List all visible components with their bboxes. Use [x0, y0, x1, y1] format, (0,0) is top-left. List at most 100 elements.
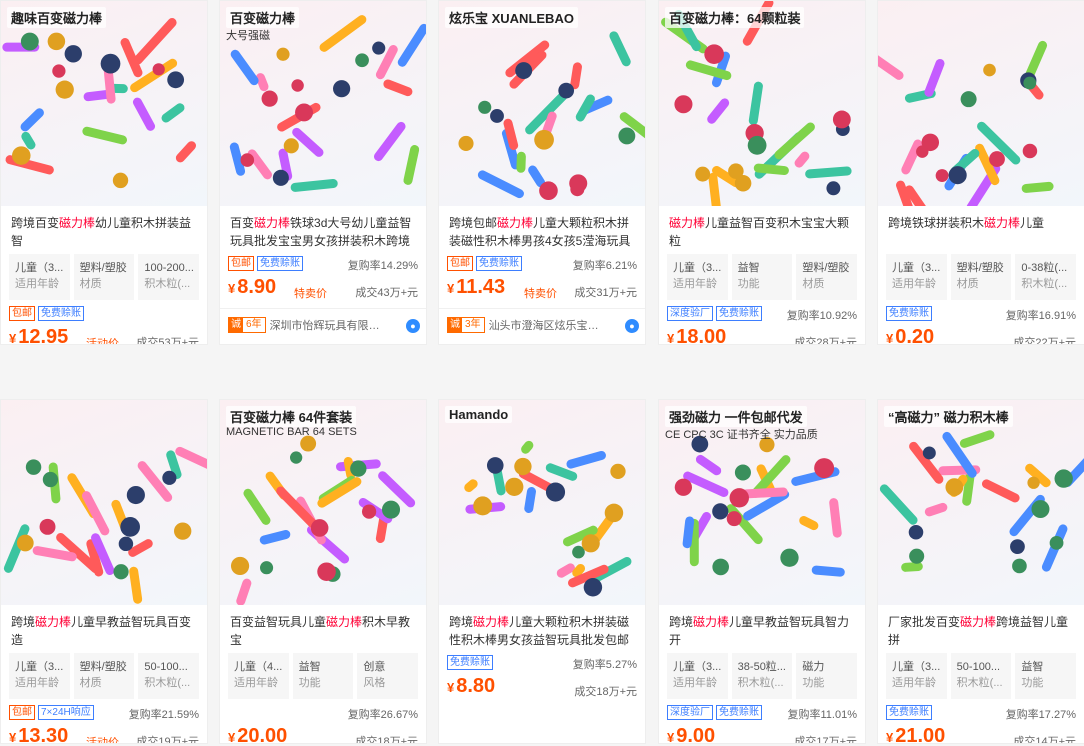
toy-ball	[729, 488, 749, 508]
toy-bar	[319, 15, 367, 52]
title-keyword: 磁力棒	[35, 615, 72, 629]
product-title[interactable]: 百变磁力棒铁球3d大号幼儿童益智玩具批发宝宝男女孩拼装积木跨境	[230, 214, 416, 250]
integrity-icon: 诚	[229, 318, 243, 332]
toy-ball	[581, 534, 600, 553]
toy-bar	[129, 566, 143, 604]
product-card[interactable]: 跨境铁球拼装积木磁力棒儿童 儿童（3... 适用年龄 塑料/塑胶 材质 0-38粒(...…	[877, 0, 1084, 345]
toy-ball	[604, 503, 624, 523]
product-title[interactable]: 跨境磁力棒儿童早教益智玩具智力开	[669, 613, 855, 649]
product-card[interactable]: 百变磁力棒 大号强磁百变磁力棒铁球3d大号幼儿童益智玩具批发宝宝男女孩拼装积木跨境…	[219, 0, 427, 345]
toy-bar	[570, 62, 582, 90]
toy-bar	[879, 484, 918, 525]
repurchase-rate: 复购率14.29%	[347, 260, 418, 272]
toy-bar	[683, 471, 729, 497]
toy-ball	[12, 146, 31, 165]
product-card[interactable]: 炫乐宝 XUANLEBAO 跨境包邮磁力棒儿童大颗粒积木拼装磁性积木棒男孩4女孩5…	[438, 0, 646, 345]
product-image[interactable]: 炫乐宝 XUANLEBAO	[439, 1, 645, 206]
toy-ball	[695, 166, 711, 182]
service-tag: 深度验厂	[667, 306, 713, 321]
product-card[interactable]: “高磁力” 磁力积木棒 厂家批发百变磁力棒跨境益智儿童拼 儿童（3... 适用年龄 50…	[877, 399, 1084, 744]
chat-icon[interactable]: ●	[406, 319, 420, 333]
seller-name[interactable]: 汕头市澄海区炫乐宝玩...	[489, 317, 607, 333]
product-card[interactable]: 跨境磁力棒儿童早教益智玩具百变造 儿童（3... 适用年龄 塑料/塑胶 材质 50-100…	[0, 399, 208, 744]
attribute-list: 儿童（3... 适用年龄 塑料/塑胶 材质 100-200... 积木粒(...	[9, 254, 200, 300]
product-title[interactable]: 百变益智玩具儿童磁力棒积木早教宝	[230, 613, 416, 649]
sales-volume: 成交19万+元	[136, 736, 199, 744]
product-card[interactable]: 强劲磁力 一件包邮代发 CE CPC 3C 证书齐全 实力品质跨境磁力棒儿童早教益…	[658, 399, 866, 744]
product-title[interactable]: 跨境铁球拼装积木磁力棒儿童	[888, 214, 1074, 250]
currency-symbol: ¥	[886, 730, 894, 744]
product-title[interactable]: 跨境包邮磁力棒儿童大颗粒积木拼装磁性积木棒男孩4女孩5滢海玩具	[449, 214, 635, 250]
toy-ball	[118, 536, 134, 552]
product-title[interactable]: 厂家批发百变磁力棒跨境益智儿童拼	[888, 613, 1074, 649]
toy-bar	[794, 151, 810, 168]
tag-row: 包邮 免费赊账 复购率6.21%	[447, 256, 637, 272]
toy-bar	[566, 450, 606, 469]
attribute-value: 儿童（3...	[15, 661, 64, 673]
price: ¥8.80	[447, 675, 495, 698]
service-tag: 深度验厂	[667, 705, 713, 720]
product-card[interactable]: 趣味百变磁力棒跨境百变磁力棒幼儿童积木拼装益智儿童（3... 适用年龄 塑料/塑胶材…	[0, 0, 208, 345]
attribute-item: 50-100... 积木粒(...	[950, 653, 1012, 699]
product-image[interactable]: 强劲磁力 一件包邮代发 CE CPC 3C 证书齐全 实力品质	[659, 400, 865, 605]
product-card[interactable]: 百变磁力棒：64颗粒装 磁力棒儿童益智百变积木宝宝大颗粒 儿童（3... 适用年龄 益智…	[658, 0, 866, 345]
toy-bar	[120, 38, 143, 78]
product-image[interactable]: “高磁力” 磁力积木棒	[878, 400, 1084, 605]
title-keyword: 磁力棒	[669, 216, 706, 230]
tag-row: 包邮 免费赊账 复购率14.29%	[228, 256, 418, 272]
product-image[interactable]	[878, 1, 1084, 206]
currency-symbol: ¥	[9, 331, 17, 345]
toy-bar	[695, 454, 722, 476]
product-image[interactable]: 百变磁力棒：64颗粒装	[659, 1, 865, 206]
product-title[interactable]: 跨境磁力棒儿童早教益智玩具百变造	[11, 613, 197, 649]
product-title[interactable]: 磁力棒儿童益智百变积木宝宝大颗粒	[669, 214, 855, 250]
product-card[interactable]: Hamando 跨境磁力棒儿童大颗粒积木拼装磁性积木棒男女孩益智玩具批发包邮 免费赊…	[438, 399, 646, 744]
toy-ball	[674, 478, 693, 496]
product-card[interactable]: 百变磁力棒 64件套装 MAGNETIC BAR 64 SETS 百变益智玩具儿童磁…	[219, 399, 427, 744]
product-image[interactable]: Hamando	[439, 400, 645, 605]
seller-row[interactable]: 诚 6年 深圳市怡辉玩具有限公司 ●	[220, 308, 426, 344]
service-tag: 免费赊账	[886, 705, 932, 720]
attribute-item: 50-100... 积木粒(...	[138, 653, 200, 699]
price-row: ¥0.20 成交22万+元	[886, 326, 1076, 345]
attribute-key: 功能	[802, 677, 825, 689]
price-row: ¥8.90 特卖价 成交43万+元	[228, 276, 418, 302]
toy-ball	[113, 564, 129, 580]
price: ¥9.00	[667, 725, 715, 743]
attribute-value: 益智	[298, 661, 321, 673]
product-image[interactable]: 百变磁力棒 大号强磁	[220, 1, 426, 206]
chat-icon[interactable]: ●	[625, 319, 639, 333]
repurchase-rate: 复购率11.01%	[787, 709, 858, 721]
toy-ball	[618, 127, 636, 145]
toy-bar	[175, 446, 207, 469]
price-row: ¥13.30 活动价 成交19万+元	[9, 725, 199, 744]
service-tag: 7×24H响应	[38, 705, 94, 720]
toy-ball	[505, 477, 524, 496]
image-banner-subtext: MAGNETIC BAR 64 SETS	[226, 426, 357, 438]
product-image[interactable]: 百变磁力棒 64件套装 MAGNETIC BAR 64 SETS	[220, 400, 426, 605]
sales-volume: 成交22万+元	[1013, 337, 1076, 345]
product-image[interactable]: 趣味百变磁力棒	[1, 1, 207, 206]
toy-ball	[112, 172, 129, 189]
seller-row[interactable]: 诚 3年 汕头市澄海区炫乐宝玩... ●	[439, 308, 645, 344]
currency-symbol: ¥	[9, 730, 17, 744]
product-grid: 趣味百变磁力棒跨境百变磁力棒幼儿童积木拼装益智儿童（3... 适用年龄 塑料/塑胶材…	[0, 0, 1084, 746]
attribute-value: 50-100...	[144, 661, 188, 673]
toy-ball	[1031, 500, 1050, 519]
toy-bar	[247, 149, 272, 180]
attribute-key: 积木粒(...	[956, 677, 1003, 689]
service-tag: 免费赊账	[257, 256, 303, 271]
seller-name[interactable]: 深圳市怡辉玩具有限公司	[270, 317, 388, 333]
currency-symbol: ¥	[228, 281, 236, 296]
image-banner-text: 炫乐宝 XUANLEBAO	[445, 7, 578, 28]
toy-bar	[748, 81, 763, 126]
product-image[interactable]	[1, 400, 207, 605]
product-title[interactable]: 跨境百变磁力棒幼儿童积木拼装益智	[11, 214, 197, 250]
toy-ball	[372, 41, 386, 55]
toy-bar	[682, 516, 695, 549]
toy-ball	[983, 63, 996, 77]
product-title[interactable]: 跨境磁力棒儿童大颗粒积木拼装磁性积木棒男女孩益智玩具批发包邮	[449, 613, 635, 649]
toy-ball	[20, 32, 39, 51]
toy-bar	[82, 126, 128, 145]
price-row: ¥8.80 成交18万+元	[447, 675, 637, 701]
